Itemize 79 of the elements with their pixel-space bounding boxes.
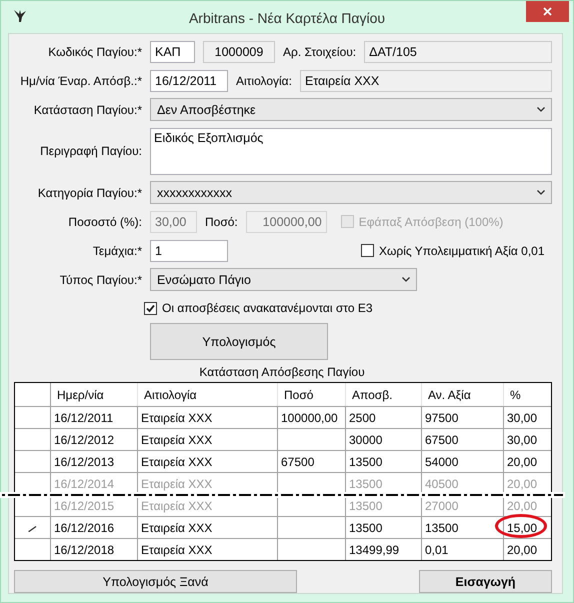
table-cell: Εταιρεία XXX — [141, 454, 212, 468]
recalculate-button[interactable]: Υπολογισμός Ξανά — [14, 570, 297, 593]
table-cell: 16/12/2016 — [54, 520, 114, 534]
table-cell: 16/12/2011 — [54, 410, 114, 424]
field-label: Αρ. Στοιχείου: — [283, 44, 356, 58]
table-cell: 20,00 — [507, 454, 538, 468]
table-cell: Εταιρεία XXX — [141, 542, 212, 556]
table-cell: 67500 — [281, 454, 314, 468]
dropdown[interactable]: Ενσώματο Πάγιο — [150, 268, 417, 291]
table-cell: 30,00 — [507, 410, 538, 424]
table-cell: 16/12/2013 — [54, 454, 114, 468]
input-field[interactable]: 1 — [150, 240, 228, 262]
input-field[interactable]: ΔΑΤ/105 — [364, 40, 552, 62]
input-field[interactable]: 1000009 — [203, 40, 275, 62]
close-button[interactable] — [526, 1, 569, 22]
chevron-down-icon — [402, 277, 410, 282]
checkbox[interactable]: Οι αποσβέσεις ανακατανέμονται στο Ε3 — [144, 301, 373, 315]
table-cell: 13500 — [425, 520, 458, 534]
table-cell: Εταιρεία XXX — [141, 476, 212, 490]
dropdown[interactable]: xxxxxxxxxxxx — [150, 181, 552, 204]
chevron-down-icon — [537, 107, 545, 112]
table-cell: 20,00 — [507, 542, 538, 556]
check-icon — [145, 302, 156, 314]
field-label: Τύπος Παγίου:* — [58, 272, 142, 286]
table-cell: Εταιρεία XXX — [141, 410, 212, 424]
chevron-down-icon — [537, 190, 545, 195]
table-cell: 0,01 — [425, 542, 448, 556]
table-cell: 13500 — [349, 476, 382, 490]
table-cell: 16/12/2018 — [54, 542, 114, 556]
checkbox[interactable]: Χωρίς Υπολειμματική Αξία 0,01 — [361, 244, 545, 258]
table-cell: 13500 — [349, 498, 382, 512]
table-cell: 27000 — [425, 498, 458, 512]
text-area[interactable]: Ειδικός Εξοπλισμός — [150, 128, 552, 174]
table-cell: Εταιρεία XXX — [141, 520, 212, 534]
table-cell: 2500 — [349, 410, 376, 424]
table-cell: 20,00 — [507, 498, 538, 512]
table-cell: 16/12/2012 — [54, 432, 114, 446]
field-label: Κατηγορία Παγίου:* — [36, 186, 142, 200]
field-label: Κωδικός Παγίου:* — [47, 44, 142, 58]
table-cell: Εταιρεία XXX — [141, 498, 212, 512]
field-label: Κατάσταση Παγίου:* — [32, 102, 142, 116]
close-icon — [543, 7, 552, 16]
table-caption: Κατάσταση Απόσβεσης Παγίου — [198, 365, 366, 379]
window-title: Arbitrans - Νέα Καρτέλα Παγίου — [188, 9, 386, 26]
field-label: Ημ/νία Έναρ. Απόσβ.:* — [19, 74, 142, 88]
field-label: Περιγραφή Παγίου: — [39, 144, 142, 158]
field-label: Ποσοστό (%): — [67, 214, 142, 228]
table-cell: 20,00 — [507, 476, 538, 490]
column-header: Ποσό — [278, 383, 346, 406]
field-label: Αιτιολογία: — [236, 74, 292, 88]
table-cell: Εταιρεία XXX — [141, 432, 212, 446]
column-header: Αν. Αξία — [422, 383, 504, 406]
table-cell: 100000,00 — [281, 410, 338, 424]
field-label: Ποσό: — [205, 214, 238, 228]
column-header: % — [504, 383, 551, 406]
column-header: Ημερ/νία — [50, 383, 138, 406]
input-field[interactable]: ΚΑΠ — [150, 40, 195, 62]
table-cell: 30000 — [349, 432, 382, 446]
table-cell: 97500 — [425, 410, 458, 424]
bird-icon — [13, 9, 27, 23]
pencil-icon — [28, 526, 37, 532]
insert-button[interactable]: Εισαγωγή — [419, 570, 552, 593]
dropdown[interactable]: Δεν Αποσβέστηκε — [150, 98, 552, 121]
table-cell: 54000 — [425, 454, 458, 468]
table-cell: 13500 — [349, 454, 382, 468]
table-cell: 16/12/2015 — [54, 498, 114, 512]
table-cell: 15,00 — [507, 520, 538, 534]
input-field[interactable]: Εταιρεία XXX — [300, 70, 552, 92]
table-cell: 16/12/2014 — [54, 476, 114, 490]
table-cell: 67500 — [425, 432, 458, 446]
column-header: Αποσβ. — [346, 383, 422, 406]
table-cell: 40500 — [425, 476, 458, 490]
column-header: Αιτιολογία — [138, 383, 278, 406]
table-cell: 30,00 — [507, 432, 538, 446]
field-label: Τεμάχια:* — [92, 244, 142, 258]
calculate-button[interactable]: Υπολογισμός — [150, 323, 328, 360]
table-cell: 13500 — [349, 520, 382, 534]
table-cell: 13499,99 — [349, 542, 400, 556]
input-field[interactable]: 16/12/2011 — [150, 70, 228, 92]
